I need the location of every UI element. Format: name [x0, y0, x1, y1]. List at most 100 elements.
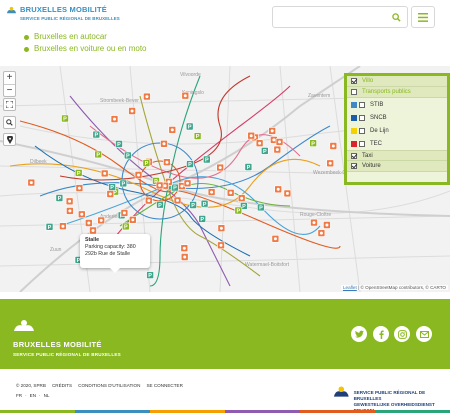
park-and-ride-marker[interactable]: P [61, 114, 69, 123]
delijn-checkbox[interactable] [359, 127, 365, 134]
park-and-ride-marker[interactable]: P [142, 159, 151, 168]
login-link[interactable]: SE CONNECTER [146, 383, 183, 388]
car-sharing-marker[interactable] [120, 209, 129, 217]
car-sharing-marker[interactable] [274, 185, 283, 194]
car-sharing-marker[interactable] [59, 222, 67, 230]
parking-marker[interactable]: P [115, 140, 123, 148]
car-sharing-marker[interactable] [168, 126, 177, 134]
layer-stib[interactable]: STIB [347, 98, 447, 111]
zoom-in-button[interactable]: + [4, 72, 15, 84]
tec-checkbox[interactable] [359, 140, 365, 147]
mobility-map[interactable]: Vilvoorde Koningslo Zaventem Strombeek-B… [0, 66, 450, 292]
parking-marker[interactable]: P [189, 201, 197, 210]
car-sharing-marker[interactable] [255, 139, 264, 147]
parking-marker[interactable]: P [45, 223, 54, 231]
car-sharing-marker[interactable] [317, 229, 326, 237]
car-sharing-marker[interactable] [97, 216, 105, 225]
layer-transports-publics[interactable]: Transports publics [347, 87, 447, 98]
car-sharing-marker[interactable] [268, 127, 277, 135]
voiture-checkbox[interactable] [351, 163, 357, 169]
car-sharing-marker[interactable] [106, 190, 115, 198]
car-sharing-marker[interactable] [143, 92, 151, 101]
car-sharing-marker[interactable] [183, 179, 192, 188]
parking-marker[interactable]: P [186, 160, 194, 169]
car-sharing-marker[interactable] [271, 235, 280, 243]
park-and-ride-marker[interactable]: P [309, 139, 317, 148]
car-sharing-marker[interactable] [180, 253, 189, 261]
car-sharing-marker[interactable] [217, 224, 226, 232]
car-sharing-marker[interactable] [134, 171, 143, 179]
car-sharing-marker[interactable] [216, 163, 224, 172]
car-sharing-marker[interactable] [145, 196, 153, 205]
car-sharing-marker[interactable] [160, 140, 168, 148]
park-and-ride-marker[interactable]: P [74, 169, 83, 177]
layer-voiture[interactable]: Voiture [347, 161, 447, 172]
parking-marker[interactable]: P [119, 179, 128, 188]
lang-fr[interactable]: FR [16, 393, 22, 398]
lang-en[interactable]: EN [30, 393, 36, 398]
leaflet-link[interactable]: Leaflet [343, 285, 357, 290]
parking-marker[interactable]: P [146, 271, 154, 280]
villo-checkbox[interactable] [351, 78, 357, 84]
site-logo[interactable]: BRUXELLES MOBILITÉ SERVICE PUBLIC RÉGION… [6, 6, 120, 21]
car-sharing-marker[interactable] [155, 181, 164, 190]
car-sharing-marker[interactable] [237, 194, 246, 202]
parking-marker[interactable]: P [55, 194, 64, 203]
car-sharing-marker[interactable] [207, 188, 216, 196]
car-sharing-marker[interactable] [66, 207, 74, 215]
lang-nl[interactable]: NL [44, 393, 50, 398]
parking-marker[interactable]: P [156, 200, 164, 209]
car-sharing-marker[interactable] [110, 115, 119, 123]
parking-marker[interactable]: P [185, 122, 194, 131]
layer-villo[interactable]: Villo [347, 76, 447, 87]
car-sharing-marker[interactable] [326, 159, 335, 168]
car-sharing-marker[interactable] [329, 142, 338, 150]
park-and-ride-marker[interactable]: P [234, 206, 243, 215]
parking-marker[interactable]: P [92, 130, 101, 139]
car-sharing-marker[interactable] [217, 241, 225, 250]
car-sharing-marker[interactable] [78, 210, 86, 219]
footer-logo[interactable]: BRUXELLES MOBILITÉ SERVICE PUBLIC RÉGION… [13, 319, 121, 357]
sncb-checkbox[interactable] [359, 114, 365, 121]
taxi-checkbox[interactable] [351, 152, 357, 159]
car-sharing-marker[interactable] [181, 91, 190, 100]
link-voiture[interactable]: Bruxelles en voiture ou en moto [34, 43, 147, 55]
car-sharing-marker[interactable] [275, 138, 284, 146]
car-sharing-marker[interactable] [180, 244, 189, 252]
terms-link[interactable]: CONDITIONS D'UTILISATION [78, 383, 140, 388]
menu-button[interactable] [411, 6, 435, 28]
parking-marker[interactable]: P [108, 183, 116, 192]
car-sharing-marker[interactable] [65, 197, 74, 206]
car-sharing-marker[interactable] [273, 145, 282, 154]
instagram-button[interactable] [394, 326, 410, 342]
layer-tec[interactable]: TEC [347, 137, 447, 150]
stib-checkbox[interactable] [359, 101, 365, 108]
credits-link[interactable]: CRÉDITS [52, 383, 72, 388]
facebook-button[interactable] [373, 326, 389, 342]
car-sharing-marker[interactable] [163, 158, 171, 166]
car-sharing-marker[interactable] [89, 226, 97, 235]
transports-checkbox[interactable] [351, 89, 357, 95]
car-sharing-marker[interactable] [226, 189, 235, 197]
car-sharing-marker[interactable] [75, 184, 84, 192]
park-and-ride-marker[interactable]: P [122, 222, 130, 231]
park-and-ride-marker[interactable]: P [193, 132, 202, 141]
car-sharing-marker[interactable] [323, 221, 331, 229]
region-logo[interactable]: SERVICE PUBLIC RÉGIONAL DE BRUXELLES GEW… [333, 383, 450, 413]
car-sharing-marker[interactable] [128, 107, 136, 115]
layer-taxi[interactable]: Taxi [347, 150, 447, 161]
car-sharing-marker[interactable] [310, 218, 318, 227]
parking-marker[interactable]: P [257, 203, 265, 212]
parking-marker[interactable]: P [124, 151, 132, 160]
car-sharing-marker[interactable] [100, 169, 109, 178]
car-sharing-marker[interactable] [283, 189, 292, 198]
mail-button[interactable] [416, 326, 432, 342]
search-button[interactable] [389, 10, 404, 25]
car-sharing-marker[interactable] [247, 131, 255, 140]
zoom-out-button[interactable]: − [4, 84, 15, 96]
map-search-button[interactable] [3, 116, 16, 129]
parking-marker[interactable]: P [171, 183, 179, 192]
twitter-button[interactable] [351, 326, 367, 342]
search-input[interactable] [277, 10, 377, 25]
car-sharing-marker[interactable] [85, 219, 93, 227]
